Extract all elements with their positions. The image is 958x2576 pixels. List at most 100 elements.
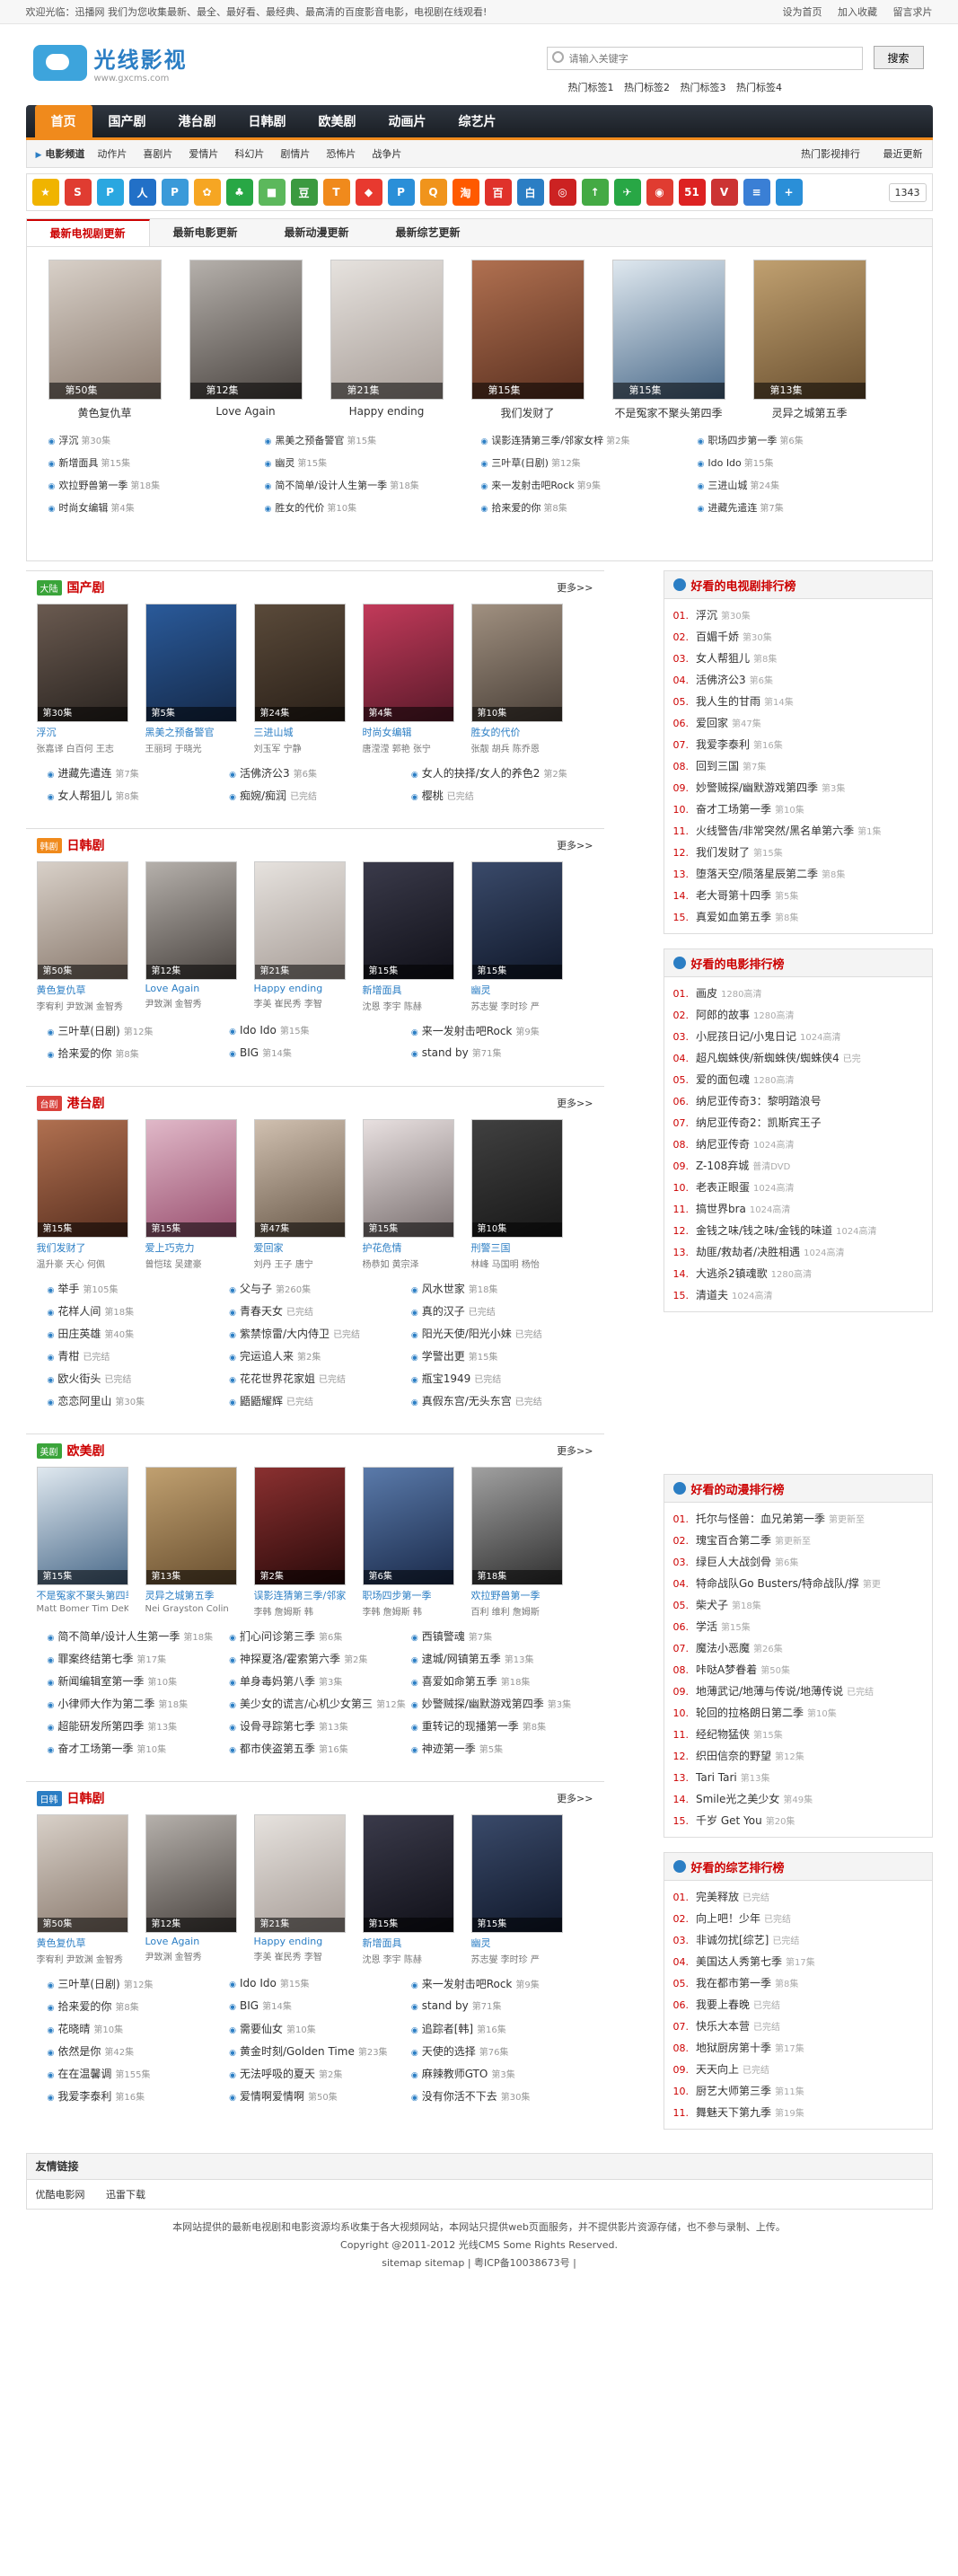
list-item[interactable]: 妙警贼探/幽默游戏第四季第3集 (411, 1696, 593, 1711)
poster-image[interactable]: 第15集 (470, 1814, 563, 1933)
list-item[interactable]: 时尚女编辑第4集 (48, 500, 265, 515)
poster-card[interactable]: 第12集 Love Again 尹致渊 金智秀 (145, 861, 237, 1012)
rank-item[interactable]: 13. 劫匪/救劫者/决胜相遇 1024高清 (673, 1241, 923, 1263)
list-item[interactable]: 职场四步第一季第6集 (698, 433, 914, 447)
poster-title[interactable]: Love Again (189, 405, 303, 418)
rank-item[interactable]: 11. 搞世界bra 1024高清 (673, 1198, 923, 1220)
item-title[interactable]: 超能研发所第四季 (57, 1720, 144, 1733)
poster-title[interactable]: Happy ending (254, 1936, 346, 1947)
rank-item-title[interactable]: 魔法小恶魔 (696, 1642, 750, 1654)
item-title[interactable]: 黄金时刻/Golden Time (240, 2045, 355, 2058)
section-title[interactable]: 日韩剧 (67, 1789, 105, 1807)
subnav-cat[interactable]: 喜剧片 (143, 146, 172, 161)
rank-item[interactable]: 10. 老表正眼蛋 1024高清 (673, 1177, 923, 1198)
rank-item-title[interactable]: 纳尼亚传奇3：黎明踏浪号 (696, 1095, 822, 1107)
poster-card[interactable]: 第50集 黄色复仇草 李宥利 尹致渊 金智秀 (36, 861, 128, 1012)
item-title[interactable]: stand by (422, 1999, 469, 2012)
item-title[interactable]: 三叶草(日剧) (491, 457, 549, 469)
section-title[interactable]: 港台剧 (67, 1094, 105, 1112)
item-title[interactable]: 欧火街头 (57, 1372, 101, 1385)
rank-item-title[interactable]: 天天向上 (696, 2063, 739, 2076)
poster-card[interactable]: 第15集 护花危情 杨恭如 黄宗泽 (362, 1119, 454, 1270)
item-title[interactable]: 都市侠盗第五季 (240, 1742, 315, 1755)
poster-image[interactable]: 第24集 (253, 604, 346, 722)
list-item[interactable]: 女人的抉择/女人的养色2第2集 (411, 765, 593, 781)
rank-item-title[interactable]: 奋才工场第一季 (696, 803, 771, 816)
rank-item[interactable]: 11. 舞魅天下第九季 第19集 (673, 2102, 923, 2123)
set-homepage-link[interactable]: 设为首页 (783, 6, 822, 18)
more-link[interactable]: 更多>> (557, 1443, 593, 1458)
rank-item-title[interactable]: 老大哥第十四季 (696, 889, 771, 902)
list-item[interactable]: 女人帮狙儿第8集 (48, 788, 230, 803)
item-title[interactable]: 重转记的现播第一季 (422, 1720, 519, 1733)
rank-item-title[interactable]: 快乐大本营 (696, 2020, 750, 2033)
list-item[interactable]: 黑美之预备警官第15集 (265, 433, 481, 447)
rank-item[interactable]: 14. 大逃杀2镇魂歌 1280高清 (673, 1263, 923, 1284)
list-item[interactable]: stand by第71集 (411, 1045, 593, 1061)
rank-item-title[interactable]: 非诚勿扰[综艺] (696, 1934, 769, 1946)
subnav-cat[interactable]: 动作片 (97, 146, 127, 161)
item-title[interactable]: 真假东宫/无头东宫 (422, 1395, 512, 1407)
poster-title[interactable]: 爱上巧克力 (145, 1240, 237, 1255)
item-title[interactable]: 风水世家 (422, 1283, 465, 1295)
rank-item-title[interactable]: 金钱之味/钱之味/金钱的味道 (696, 1224, 832, 1237)
rank-item-title[interactable]: 我要上春晚 (696, 1998, 750, 2011)
site-shortcut-icon[interactable]: 白 (516, 179, 544, 206)
item-title[interactable]: 完运追人来 (240, 1350, 294, 1363)
list-item[interactable]: 来一发射击吧Rock第9集 (481, 478, 698, 492)
poster-title[interactable]: Love Again (145, 1936, 237, 1947)
rank-item[interactable]: 12. 我们发财了 第15集 (673, 842, 923, 863)
poster-card[interactable]: 第21集 Happy ending (330, 260, 444, 420)
list-item[interactable]: BIG第14集 (229, 1998, 411, 2014)
poster-title[interactable]: 灵异之城第五季 (145, 1588, 237, 1602)
poster-title[interactable]: 新增面具 (363, 1936, 454, 1950)
site-shortcut-icon[interactable]: 淘 (452, 179, 479, 206)
rank-item-title[interactable]: 纳尼亚传奇 (696, 1138, 750, 1151)
poster-card[interactable]: 第47集 爱回家 刘丹 王子 唐宁 (253, 1119, 346, 1270)
list-item[interactable]: 樱桃已完结 (411, 788, 593, 803)
list-item[interactable]: Ido Ido第15集 (229, 1023, 411, 1038)
rank-item-title[interactable]: 绿巨人大战剑骨 (696, 1556, 771, 1568)
nav-western[interactable]: 欧美剧 (303, 105, 373, 137)
rank-item-title[interactable]: 爱回家 (696, 717, 728, 729)
list-item[interactable]: 单身毒妈第八季第3集 (229, 1673, 411, 1689)
item-title[interactable]: 痴婉/痴润 (240, 790, 286, 802)
item-title[interactable]: 我爱李泰利 (57, 2090, 111, 2103)
list-item[interactable]: 喜爱如命第五季第18集 (411, 1673, 593, 1689)
rank-item-title[interactable]: 小屁孩日记/小鬼日记 (696, 1030, 796, 1043)
item-title[interactable]: 天使的选择 (422, 2045, 476, 2058)
poster-image[interactable]: 第13集 (145, 1467, 237, 1585)
item-title[interactable]: 拾来爱的你 (57, 1047, 111, 1060)
poster-title[interactable]: 三进山城 (254, 725, 346, 739)
item-title[interactable]: 进藏先遣连 (708, 502, 757, 514)
list-item[interactable]: 新增面具第15集 (48, 455, 265, 470)
poster-title[interactable]: 爱回家 (254, 1240, 346, 1255)
rank-item-title[interactable]: 地薄武记/地薄与传说/地薄传说 (696, 1685, 843, 1698)
subnav-cat[interactable]: 剧情片 (280, 146, 310, 161)
poster-image[interactable]: 第50集 (36, 1814, 128, 1933)
rank-item[interactable]: 05. 我人生的甘雨 第14集 (673, 691, 923, 712)
item-title[interactable]: 罪案终结第七季 (57, 1653, 133, 1665)
list-item[interactable]: 阳光天使/阳光小妹已完结 (411, 1326, 593, 1341)
site-shortcut-icon[interactable]: 豆 (290, 179, 318, 206)
site-logo[interactable]: 光线影视 www.gxcms.com (32, 42, 188, 84)
rank-item[interactable]: 08. 纳尼亚传奇 1024高清 (673, 1134, 923, 1155)
item-title[interactable]: BIG (240, 1046, 259, 1059)
item-title[interactable]: 来一发射击吧Rock (491, 480, 574, 491)
list-item[interactable]: 简不简单/设计人生第一季第18集 (48, 1628, 230, 1644)
poster-title[interactable]: 幽灵 (471, 983, 563, 997)
item-title[interactable]: 在在温馨调 (57, 2068, 111, 2080)
site-shortcut-icon[interactable]: ↑ (581, 179, 609, 206)
rank-item-title[interactable]: 妙警贼探/幽默游戏第四季 (696, 781, 818, 794)
list-item[interactable]: 在在温馨调第155集 (48, 2066, 230, 2081)
request-movie-link[interactable]: 留言求片 (893, 6, 933, 18)
rank-item[interactable]: 15. 清道夫 1024高清 (673, 1284, 923, 1306)
poster-card[interactable]: 第18集 欢拉野兽第一季 百利 维利 詹姆斯 (470, 1467, 563, 1618)
site-shortcut-icon[interactable]: P (96, 179, 124, 206)
rank-item-title[interactable]: 火线警告/非常突然/黑名单第六季 (696, 825, 854, 837)
list-item[interactable]: 麻辣教师GTO第3集 (411, 2066, 593, 2081)
list-item[interactable]: 黄金时刻/Golden Time第23集 (229, 2043, 411, 2059)
site-shortcut-icon[interactable]: 人 (128, 179, 156, 206)
item-title[interactable]: 黑美之预备警官 (275, 435, 344, 446)
poster-title[interactable]: 我们发财了 (471, 405, 584, 420)
